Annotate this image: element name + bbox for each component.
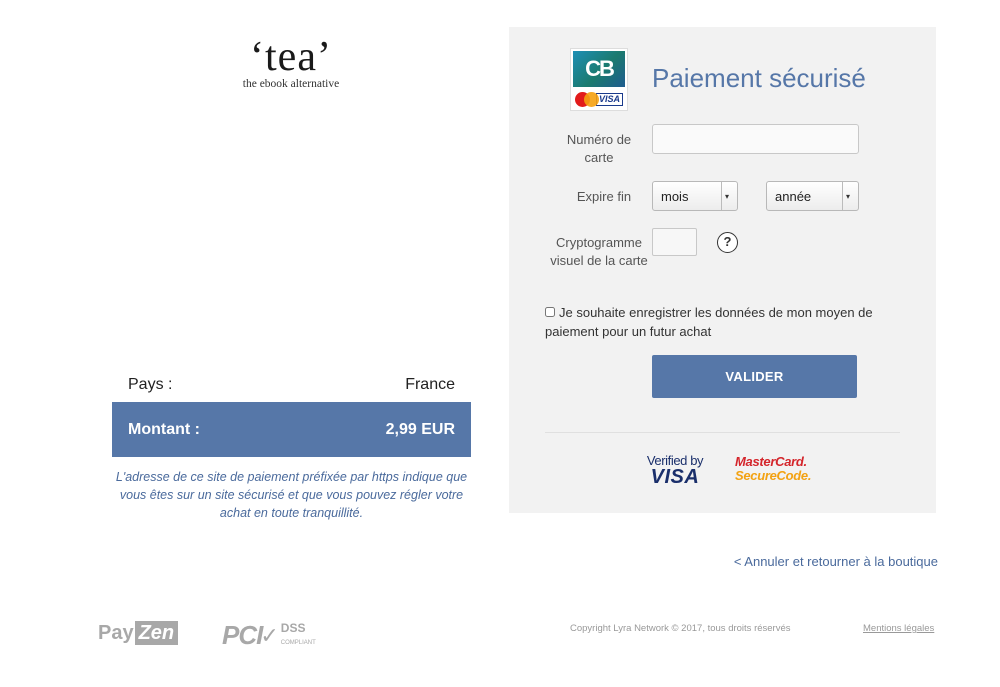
save-payment-checkbox[interactable] (545, 307, 555, 317)
expiry-label: Expire fin (576, 189, 632, 204)
country-row: Pays : France (112, 372, 471, 398)
cvv-help-icon[interactable]: ? (717, 232, 738, 253)
cb-card-logo: CB VISA (570, 48, 628, 111)
country-label: Pays : (128, 376, 173, 393)
country-value: France (405, 376, 455, 393)
pci-compliant-label: COMPLIANT (280, 640, 316, 646)
pci-mark: PCI (222, 620, 263, 650)
cvv-label: Cryptogramme visuel de la carte (550, 235, 648, 268)
verified-by-visa-logo: Verified by VISA (640, 453, 710, 488)
merchant-logo-word: ‘tea’ (250, 34, 332, 80)
pci-dss-label: DSS (280, 621, 306, 635)
secure-site-note: L'adresse de ce site de paiement préfixé… (115, 470, 468, 520)
save-payment-label: Je souhaite enregistrer les données de m… (545, 305, 873, 339)
mastercard-securecode-logo: MasterCard. SecureCode. (735, 455, 811, 483)
vbv-line2: VISA (650, 466, 700, 488)
chevron-updown-icon: ▾ (841, 182, 850, 210)
card-number-label: Numéro de carte (566, 132, 632, 165)
pci-dss-text: DSS COMPLIANT (281, 622, 316, 649)
card-network-logos: VISA (573, 89, 625, 109)
payzen-zen: Zen (134, 621, 179, 645)
pci-dss-logo: PCI ✓ DSS COMPLIANT (222, 620, 316, 651)
payment-form-panel: CB VISA Paiement sécurisé Numéro de cart… (509, 27, 936, 513)
chevron-updown-icon: ▾ (720, 182, 729, 210)
legal-notice-link[interactable]: Mentions légales (863, 623, 934, 634)
expiry-year-value: année (775, 188, 812, 204)
mcsc-line2: SecureCode. (735, 468, 812, 483)
divider (545, 432, 900, 433)
mcsc-line1: MasterCard. (735, 454, 807, 469)
save-payment-option: Je souhaite enregistrer les données de m… (545, 303, 905, 341)
amount-value: 2,99 EUR (385, 420, 455, 438)
card-number-input[interactable] (652, 124, 859, 154)
checkmark-icon: ✓ (260, 622, 279, 648)
merchant-logo-tagline: the ebook alternative (242, 78, 340, 90)
cancel-return-link[interactable]: < Annuler et retourner à la boutique (734, 554, 938, 569)
merchant-logo: ‘tea’ the ebook alternative (226, 36, 356, 90)
expiry-year-select[interactable]: année ▾ (766, 181, 859, 211)
visa-icon: VISA (595, 92, 623, 106)
payzen-logo: Pay Zen (98, 621, 179, 645)
cvv-input[interactable] (652, 228, 697, 256)
amount-label: Montant : (128, 420, 200, 438)
payzen-pay: Pay (98, 621, 134, 644)
mastercard-icon (575, 91, 599, 107)
copyright-text: Copyright Lyra Network © 2017, tous droi… (570, 623, 791, 634)
cb-logo-mark: CB (573, 51, 625, 87)
payment-page: ‘tea’ the ebook alternative Pays : Franc… (0, 0, 1000, 687)
expiry-month-value: mois (661, 188, 689, 204)
page-title: Paiement sécurisé (652, 63, 866, 93)
amount-row: Montant : 2,99 EUR (112, 402, 471, 457)
submit-payment-button[interactable]: VALIDER (652, 355, 857, 398)
expiry-month-select[interactable]: mois ▾ (652, 181, 738, 211)
